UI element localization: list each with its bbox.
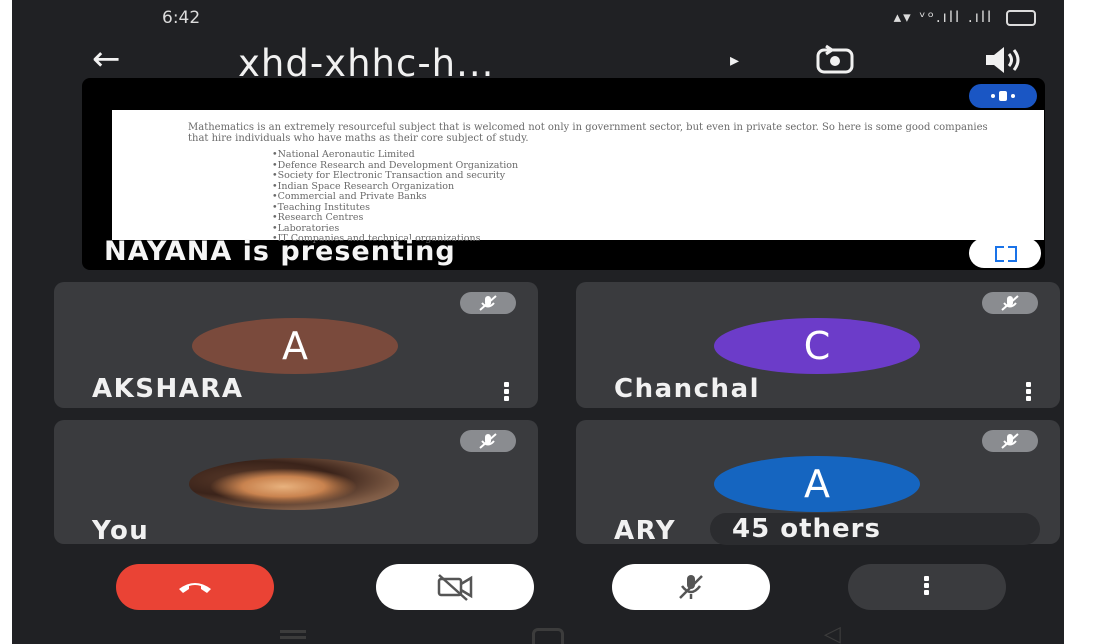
recents-icon[interactable] [280, 630, 306, 633]
participant-tile-self[interactable]: You [54, 420, 538, 544]
participant-name: ARY [614, 516, 677, 544]
avatar: A [192, 318, 398, 374]
participant-tile[interactable]: C Chanchal [576, 282, 1060, 408]
end-call-button[interactable] [116, 564, 274, 610]
mic-off-icon [982, 430, 1038, 452]
presenter-label: NAYANA is presenting [104, 236, 456, 267]
system-nav-bar: ◁ [12, 616, 1064, 644]
participant-name: Chanchal [614, 374, 761, 404]
participant-name: You [92, 516, 150, 544]
more-vert-icon[interactable] [1026, 382, 1032, 402]
others-count-button[interactable]: 45 others [710, 513, 1040, 545]
hang-up-icon [179, 583, 211, 593]
avatar: C [714, 318, 920, 374]
list-item: •Research Centres [272, 212, 364, 223]
pin-icon[interactable] [969, 84, 1037, 108]
mic-off-icon [460, 292, 516, 314]
list-item: •National Aeronautic Limited [272, 149, 415, 160]
shared-document: Mathematics is an extremely resourceful … [112, 110, 1044, 244]
camera-toggle-button[interactable] [376, 564, 534, 610]
signal-icons: ▴▾ ᵛᵒ.ıll .ıll [893, 8, 994, 26]
list-item: •Society for Electronic Transaction and … [272, 170, 506, 181]
title-caret-icon[interactable]: ▸ [730, 50, 739, 71]
mic-off-icon [679, 575, 703, 599]
participant-tile[interactable]: A AKSHARA [54, 282, 538, 408]
presentation-tile[interactable]: Mathematics is an extremely resourceful … [82, 78, 1045, 270]
mic-off-icon [982, 292, 1038, 314]
document-bullets: •National Aeronautic Limited •Defence Re… [272, 149, 518, 245]
more-options-button[interactable] [848, 564, 1006, 610]
participant-name: AKSHARA [92, 374, 244, 404]
home-icon[interactable] [532, 628, 564, 644]
self-video-thumbnail [189, 458, 399, 510]
fullscreen-icon[interactable] [969, 238, 1041, 268]
camera-off-icon [437, 574, 473, 601]
status-time: 6:42 [162, 8, 201, 28]
speaker-icon[interactable] [982, 44, 1024, 80]
meet-screen: 6:42 ▴▾ ᵛᵒ.ıll .ıll ← xhd-xhhc-h... ▸ Ma… [12, 0, 1064, 644]
mic-off-icon [460, 430, 516, 452]
back-triangle-icon[interactable]: ◁ [824, 622, 841, 644]
document-paragraph: Mathematics is an extremely resourceful … [188, 122, 988, 144]
mic-toggle-button[interactable] [612, 564, 770, 610]
back-arrow-icon[interactable]: ← [92, 42, 121, 76]
status-indicators: ▴▾ ᵛᵒ.ıll .ıll [894, 8, 1036, 26]
more-vert-icon[interactable] [504, 382, 510, 402]
status-bar: 6:42 ▴▾ ᵛᵒ.ıll .ıll [12, 0, 1064, 36]
more-vert-icon [924, 576, 930, 597]
list-item: •Commercial and Private Banks [272, 191, 427, 202]
avatar: A [714, 456, 920, 512]
battery-icon [1006, 9, 1036, 26]
call-controls [12, 560, 1064, 616]
